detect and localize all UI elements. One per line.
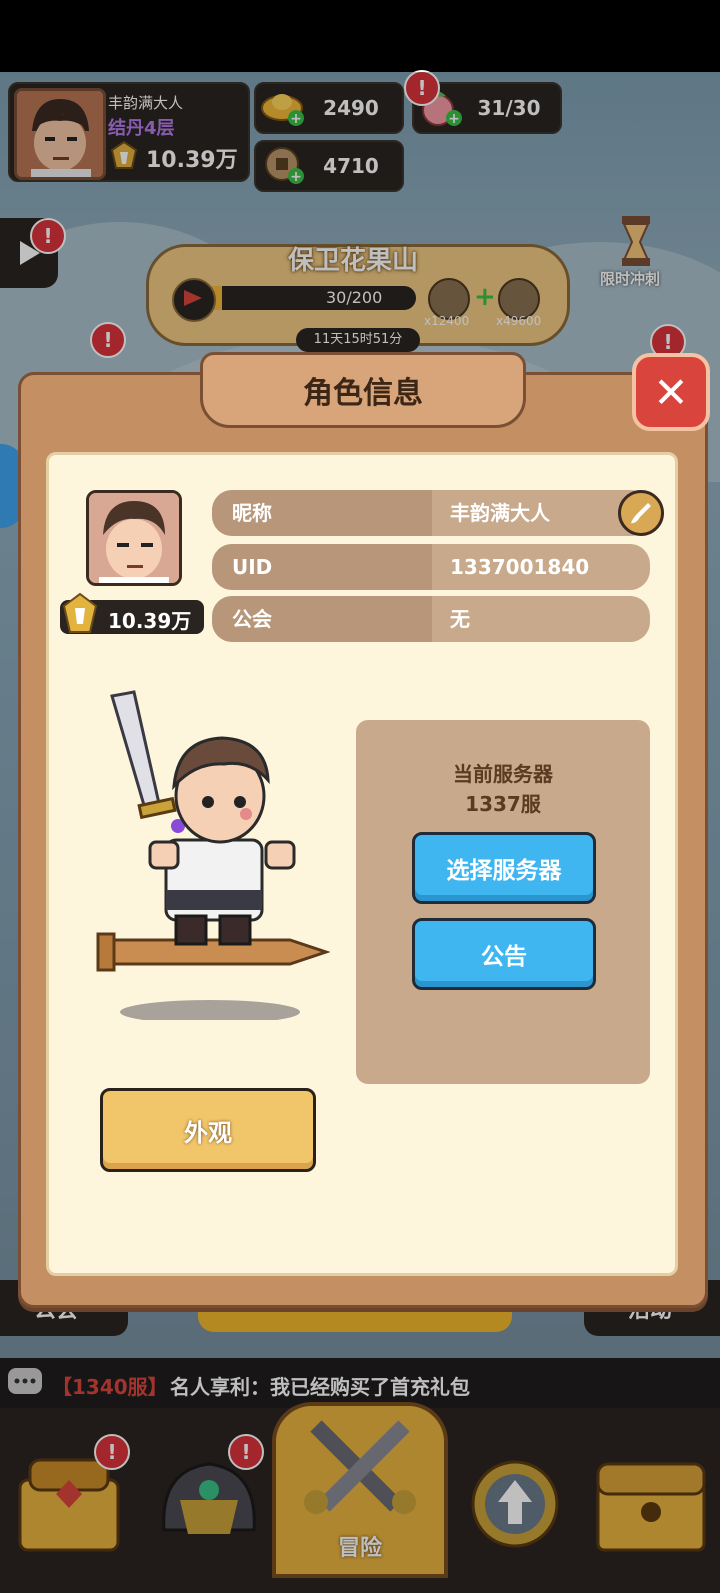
guild-row: 公会 无: [212, 596, 650, 642]
close-button[interactable]: ✕: [632, 353, 710, 431]
guild-value: 无: [450, 607, 470, 631]
nickname-row: 昵称 丰韵满大人: [212, 490, 650, 536]
uid-value: 1337001840: [450, 555, 590, 579]
character-power-value: 10.39万: [108, 609, 192, 633]
appearance-button[interactable]: 外观: [100, 1088, 316, 1172]
character-avatar: [86, 490, 182, 586]
current-server-value: 1337服: [465, 792, 541, 816]
current-server-label: 当前服务器: [453, 762, 553, 786]
character-power-icon: [58, 592, 102, 636]
guild-label: 公会: [212, 596, 432, 642]
modal-title: 角色信息: [200, 352, 526, 428]
nickname-value: 丰韵满大人: [450, 501, 550, 525]
close-icon: ✕: [653, 367, 689, 417]
uid-label: UID: [212, 544, 432, 590]
nickname-label: 昵称: [212, 490, 432, 536]
character-face-icon: [89, 493, 179, 583]
edit-nickname-button[interactable]: [618, 490, 664, 536]
character-sprite: [90, 690, 331, 1024]
uid-row: UID 1337001840: [212, 544, 650, 590]
brush-icon: [631, 503, 651, 524]
notice-button[interactable]: 公告: [412, 918, 596, 990]
select-server-button[interactable]: 选择服务器: [412, 832, 596, 904]
